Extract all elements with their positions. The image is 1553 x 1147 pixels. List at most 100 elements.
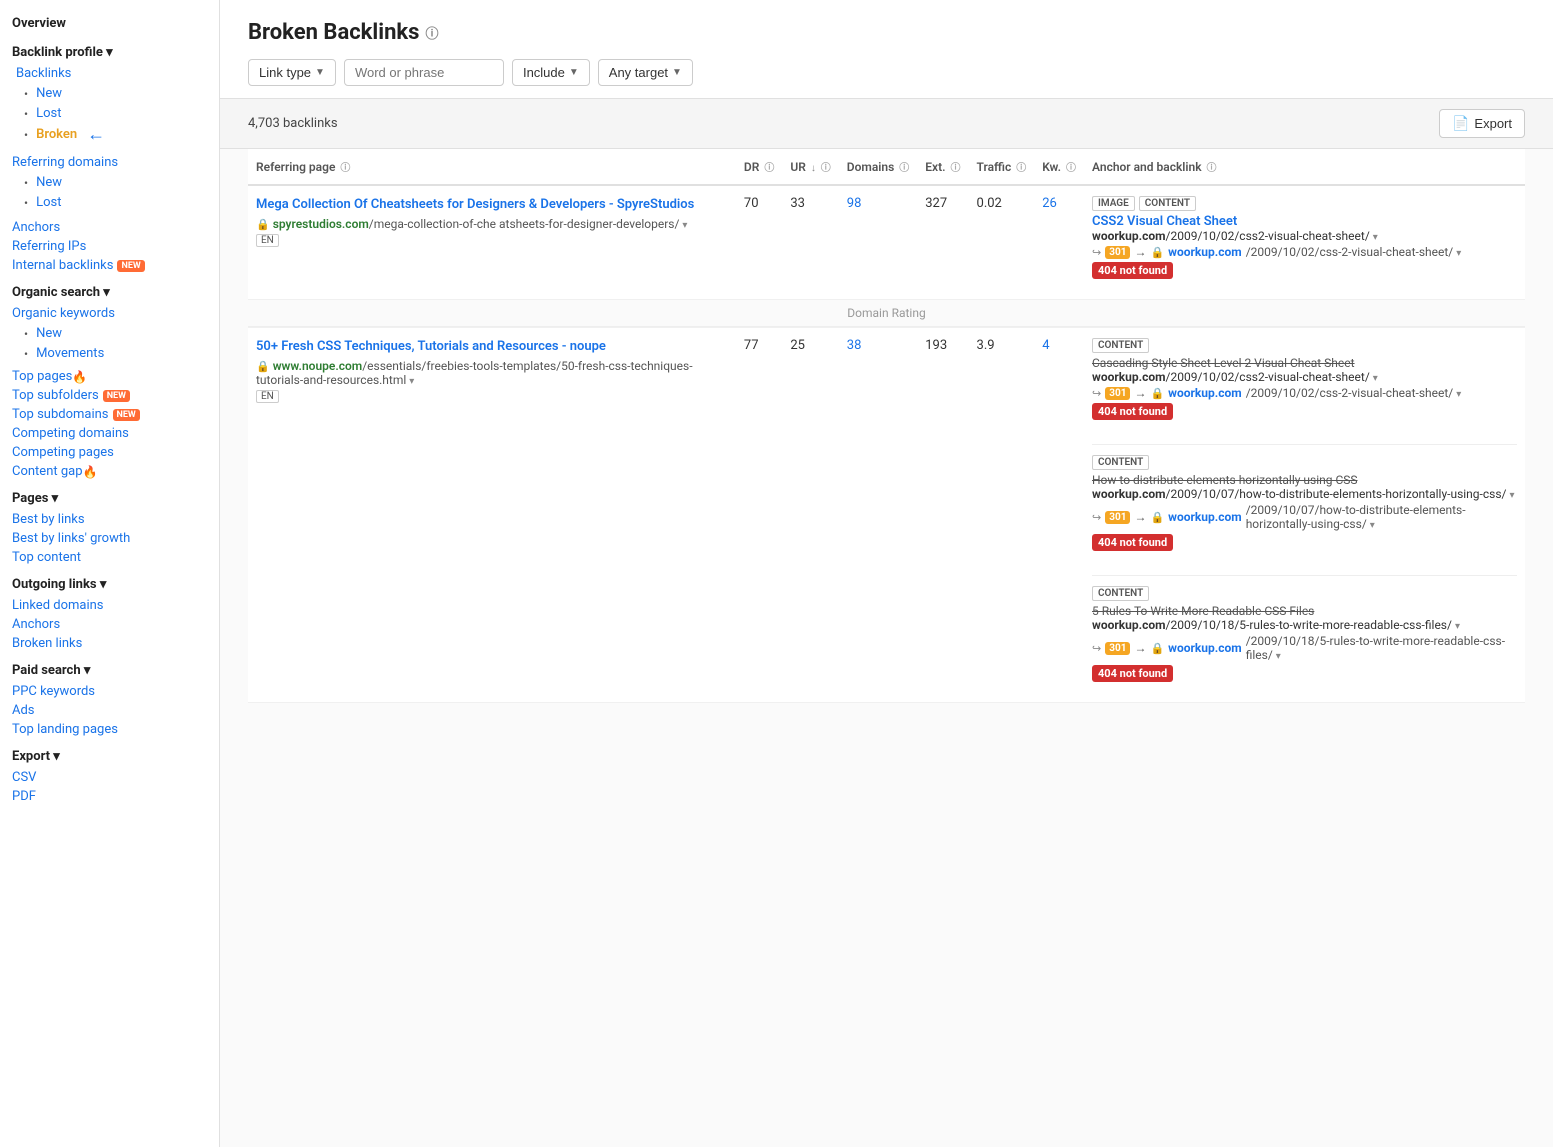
sidebar-anchors-out[interactable]: Anchors xyxy=(12,615,207,634)
backlink-expand-icon-2[interactable]: ▾ xyxy=(1509,490,1514,501)
redirect-domain-1[interactable]: woorkup.com xyxy=(1168,386,1242,400)
referring-page-link-2[interactable]: 50+ Fresh CSS Techniques, Tutorials and … xyxy=(256,338,728,356)
sidebar-top-landing-pages[interactable]: Top landing pages xyxy=(12,720,207,739)
domain-rating-overlay-row: Domain Rating xyxy=(248,300,1525,328)
lock-icon: 🔒 xyxy=(256,218,270,231)
lock-icon-3: 🔒 xyxy=(256,360,270,373)
sidebar-overview[interactable]: Overview xyxy=(12,16,207,31)
sidebar-backlink-profile[interactable]: Backlink profile ▾ xyxy=(12,45,207,60)
redirect-expand-icon-2[interactable]: ▾ xyxy=(1370,520,1375,531)
toolbar: Link type ▼ Include ▼ Any target ▼ xyxy=(248,59,1525,98)
traffic-cell-2: 3.9 xyxy=(969,328,1035,703)
sidebar-rd-lost[interactable]: Lost xyxy=(12,193,207,212)
path-expand-icon-2[interactable]: ▾ xyxy=(409,376,414,387)
redirect-domain-3[interactable]: woorkup.com xyxy=(1168,641,1242,655)
export-label: Export xyxy=(1474,116,1512,131)
sidebar-best-by-links-growth[interactable]: Best by links' growth xyxy=(12,529,207,548)
status-301-badge-1: 301 xyxy=(1105,387,1130,400)
ur-info-icon[interactable]: ⓘ xyxy=(821,163,831,174)
anchor-link[interactable]: CSS2 Visual Cheat Sheet xyxy=(1092,214,1237,229)
top-subfolders-badge: NEW xyxy=(103,390,130,402)
sidebar-ads[interactable]: Ads xyxy=(12,701,207,720)
traffic-value-2: 3.9 xyxy=(977,338,995,353)
sidebar-pdf[interactable]: PDF xyxy=(12,787,207,806)
top-subdomains-badge: NEW xyxy=(113,409,140,421)
traffic-info-icon[interactable]: ⓘ xyxy=(1016,163,1026,174)
redirect-expand-icon-3[interactable]: ▾ xyxy=(1276,651,1281,662)
sidebar-anchors[interactable]: Anchors xyxy=(12,218,207,237)
sidebar-organic-keywords[interactable]: Organic keywords xyxy=(12,304,207,323)
lock-icon-6: 🔒 xyxy=(1150,642,1164,655)
sidebar-sub-broken[interactable]: Broken ← xyxy=(12,124,207,145)
ext-value-2: 193 xyxy=(925,338,947,353)
domains-value-2[interactable]: 38 xyxy=(847,338,862,353)
sidebar-referring-ips[interactable]: Referring IPs xyxy=(12,237,207,256)
sidebar-paid-search[interactable]: Paid search ▾ xyxy=(12,663,207,678)
redirect-domain-2[interactable]: woorkup.com xyxy=(1168,510,1242,524)
sidebar-ok-movements[interactable]: Movements xyxy=(12,344,207,363)
ext-info-icon[interactable]: ⓘ xyxy=(951,163,961,174)
ext-cell-2: 193 xyxy=(917,328,968,703)
anchor-section-2: CONTENT How to distribute elements horiz… xyxy=(1092,444,1517,551)
table-header: Referring page ⓘ DR ⓘ UR ↓ ⓘ Domains ⓘ E… xyxy=(248,149,1525,185)
sidebar-referring-domains[interactable]: Referring domains xyxy=(12,153,207,172)
redirect-expand-icon[interactable]: ▾ xyxy=(1456,248,1461,259)
link-type-label: Link type xyxy=(259,65,311,80)
sidebar-top-content[interactable]: Top content xyxy=(12,548,207,567)
backlink-expand-icon[interactable]: ▾ xyxy=(1373,232,1378,243)
sidebar-ok-new[interactable]: New xyxy=(12,324,207,343)
kw-value-2[interactable]: 4 xyxy=(1042,338,1049,353)
sidebar-outgoing-links[interactable]: Outgoing links ▾ xyxy=(12,577,207,592)
link-type-chevron-icon: ▼ xyxy=(315,67,325,78)
dr-info-icon[interactable]: ⓘ xyxy=(764,163,774,174)
sidebar-sub-lost[interactable]: Lost xyxy=(12,104,207,123)
domains-value[interactable]: 98 xyxy=(847,196,862,211)
sidebar-item-backlinks[interactable]: Backlinks xyxy=(12,64,207,83)
sidebar-top-pages[interactable]: Top pages xyxy=(12,367,72,386)
col-ur: UR ↓ ⓘ xyxy=(782,149,838,185)
redirect-arrow2-icon-1: → xyxy=(1134,386,1146,400)
sidebar-organic-search[interactable]: Organic search ▾ xyxy=(12,285,207,300)
col-dr: DR ⓘ xyxy=(736,149,782,185)
domain-path: /mega-collection-of-che atsheets-for-des… xyxy=(369,217,688,231)
sidebar-top-subfolders[interactable]: Top subfolders xyxy=(12,386,99,405)
sidebar-content-gap[interactable]: Content gap xyxy=(12,462,83,481)
referring-page-link[interactable]: Mega Collection Of Cheatsheets for Desig… xyxy=(256,196,728,214)
sidebar-top-subdomains[interactable]: Top subdomains xyxy=(12,405,109,424)
content-label-2: CONTENT xyxy=(1092,455,1149,470)
kw-info-icon[interactable]: ⓘ xyxy=(1066,163,1076,174)
page-title: Broken Backlinks ⓘ xyxy=(248,20,1525,45)
path-expand-icon[interactable]: ▾ xyxy=(682,220,687,231)
redirect-expand-icon-1[interactable]: ▾ xyxy=(1456,389,1461,400)
sidebar-csv[interactable]: CSV xyxy=(12,768,207,787)
sidebar-sub-new[interactable]: New xyxy=(12,84,207,103)
backlink-expand-icon-3[interactable]: ▾ xyxy=(1455,621,1460,632)
sidebar-best-by-links[interactable]: Best by links xyxy=(12,510,207,529)
sidebar-competing-domains[interactable]: Competing domains xyxy=(12,424,207,443)
sidebar-broken-links[interactable]: Broken links xyxy=(12,634,207,653)
redirect-domain[interactable]: woorkup.com xyxy=(1168,245,1242,259)
include-filter[interactable]: Include ▼ xyxy=(512,59,590,86)
referring-page-info-icon[interactable]: ⓘ xyxy=(340,163,350,174)
page-title-info-icon[interactable]: ⓘ xyxy=(425,23,438,42)
anchor-info-icon[interactable]: ⓘ xyxy=(1207,163,1217,174)
kw-value[interactable]: 26 xyxy=(1042,196,1057,211)
sidebar-ppc-keywords[interactable]: PPC keywords xyxy=(12,682,207,701)
sidebar-internal-backlinks[interactable]: Internal backlinks xyxy=(12,256,113,275)
sidebar-pages[interactable]: Pages ▾ xyxy=(12,491,207,506)
sidebar-export[interactable]: Export ▾ xyxy=(12,749,207,764)
sidebar-competing-pages[interactable]: Competing pages xyxy=(12,443,207,462)
word-or-phrase-input[interactable] xyxy=(344,59,504,86)
sidebar-rd-new[interactable]: New xyxy=(12,173,207,192)
ur-sort-icon[interactable]: ↓ xyxy=(811,163,816,174)
kw-cell: 26 xyxy=(1034,185,1084,300)
link-type-filter[interactable]: Link type ▼ xyxy=(248,59,336,86)
domains-cell: 98 xyxy=(839,185,917,300)
backlink-expand-icon-1[interactable]: ▾ xyxy=(1373,373,1378,384)
anchor-cell-2: CONTENT Cascading Style Sheet Level 2 Vi… xyxy=(1084,328,1525,703)
sidebar-linked-domains[interactable]: Linked domains xyxy=(12,596,207,615)
any-target-filter[interactable]: Any target ▼ xyxy=(598,59,693,86)
export-button[interactable]: 📄 Export xyxy=(1439,109,1525,138)
content-labels: IMAGE CONTENT xyxy=(1092,196,1517,211)
domains-info-icon[interactable]: ⓘ xyxy=(899,163,909,174)
